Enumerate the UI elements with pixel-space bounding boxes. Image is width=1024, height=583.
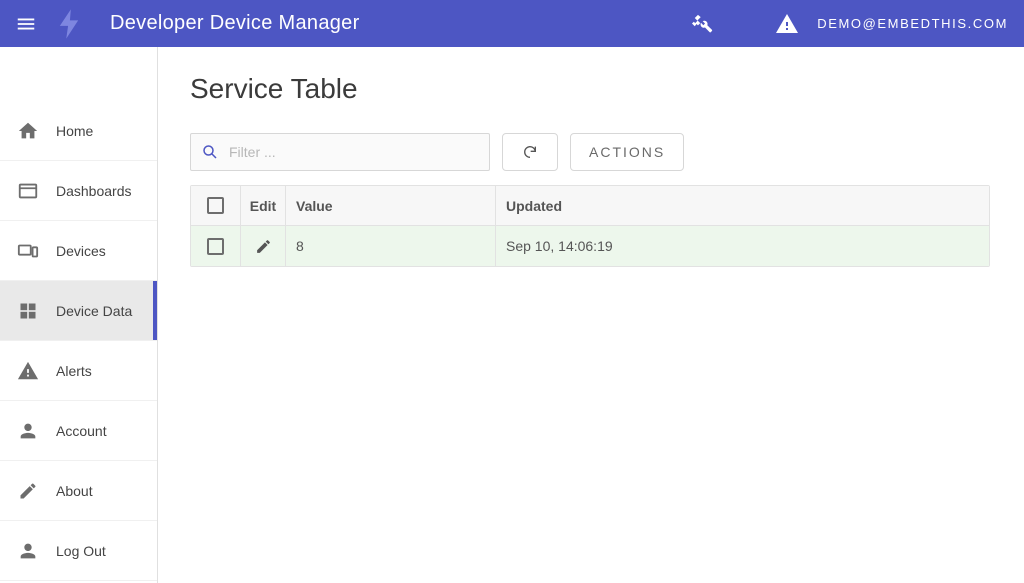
header-updated: Updated — [496, 186, 989, 225]
filter-input[interactable] — [229, 144, 479, 160]
header-edit: Edit — [241, 186, 286, 225]
bolt-icon — [48, 3, 90, 45]
header-value: Value — [286, 186, 496, 225]
user-email[interactable]: DEMO@EMBEDTHIS.COM — [817, 16, 1008, 31]
person-icon — [16, 539, 40, 563]
sidebar-item-label: About — [56, 483, 93, 499]
warning-icon — [775, 12, 799, 36]
sidebar-item-label: Alerts — [56, 363, 92, 379]
sidebar-item-label: Dashboards — [56, 183, 132, 199]
sidebar: Home Dashboards Devices Device Data Aler… — [0, 47, 158, 583]
toolbar: ACTIONS — [190, 133, 992, 171]
sidebar-item-label: Home — [56, 123, 93, 139]
page-title: Service Table — [190, 73, 992, 105]
actions-label: ACTIONS — [589, 144, 665, 160]
dashboard-icon — [16, 179, 40, 203]
row-updated: Sep 10, 14:06:19 — [496, 226, 989, 266]
table-row: 8 Sep 10, 14:06:19 — [191, 226, 989, 266]
sidebar-item-home[interactable]: Home — [0, 101, 157, 161]
row-checkbox-cell — [191, 226, 241, 266]
header-checkbox-cell — [191, 186, 241, 225]
main-content: Service Table ACTIONS Edit Value — [158, 47, 1024, 583]
sidebar-item-devices[interactable]: Devices — [0, 221, 157, 281]
sidebar-item-label: Log Out — [56, 543, 106, 559]
sidebar-item-label: Devices — [56, 243, 106, 259]
service-table: Edit Value Updated 8 Sep 10, 14:06:19 — [190, 185, 990, 267]
alerts-button[interactable] — [765, 2, 809, 46]
search-icon — [201, 143, 219, 161]
devices-icon — [16, 239, 40, 263]
table-header: Edit Value Updated — [191, 186, 989, 226]
sidebar-item-account[interactable]: Account — [0, 401, 157, 461]
sidebar-item-about[interactable]: About — [0, 461, 157, 521]
actions-button[interactable]: ACTIONS — [570, 133, 684, 171]
pencil-icon — [255, 238, 272, 255]
refresh-button[interactable] — [502, 133, 558, 171]
app-title: Developer Device Manager — [110, 12, 360, 35]
pencil-icon — [16, 479, 40, 503]
row-edit-button[interactable] — [241, 226, 286, 266]
grid-icon — [16, 299, 40, 323]
sidebar-item-device-data[interactable]: Device Data — [0, 281, 157, 341]
sidebar-item-dashboards[interactable]: Dashboards — [0, 161, 157, 221]
home-icon — [16, 119, 40, 143]
filter-box[interactable] — [190, 133, 490, 171]
select-all-checkbox[interactable] — [207, 197, 224, 214]
sidebar-item-logout[interactable]: Log Out — [0, 521, 157, 581]
hamburger-icon — [15, 13, 37, 35]
row-value: 8 — [286, 226, 496, 266]
person-icon — [16, 419, 40, 443]
app-header: Developer Device Manager DEMO@EMBEDTHIS.… — [0, 0, 1024, 47]
sidebar-item-label: Device Data — [56, 303, 132, 319]
tools-icon — [692, 13, 714, 35]
row-checkbox[interactable] — [207, 238, 224, 255]
refresh-icon — [522, 144, 538, 160]
warning-icon — [16, 359, 40, 383]
sidebar-item-alerts[interactable]: Alerts — [0, 341, 157, 401]
tools-button[interactable] — [681, 2, 725, 46]
menu-button[interactable] — [6, 4, 46, 44]
sidebar-item-label: Account — [56, 423, 107, 439]
